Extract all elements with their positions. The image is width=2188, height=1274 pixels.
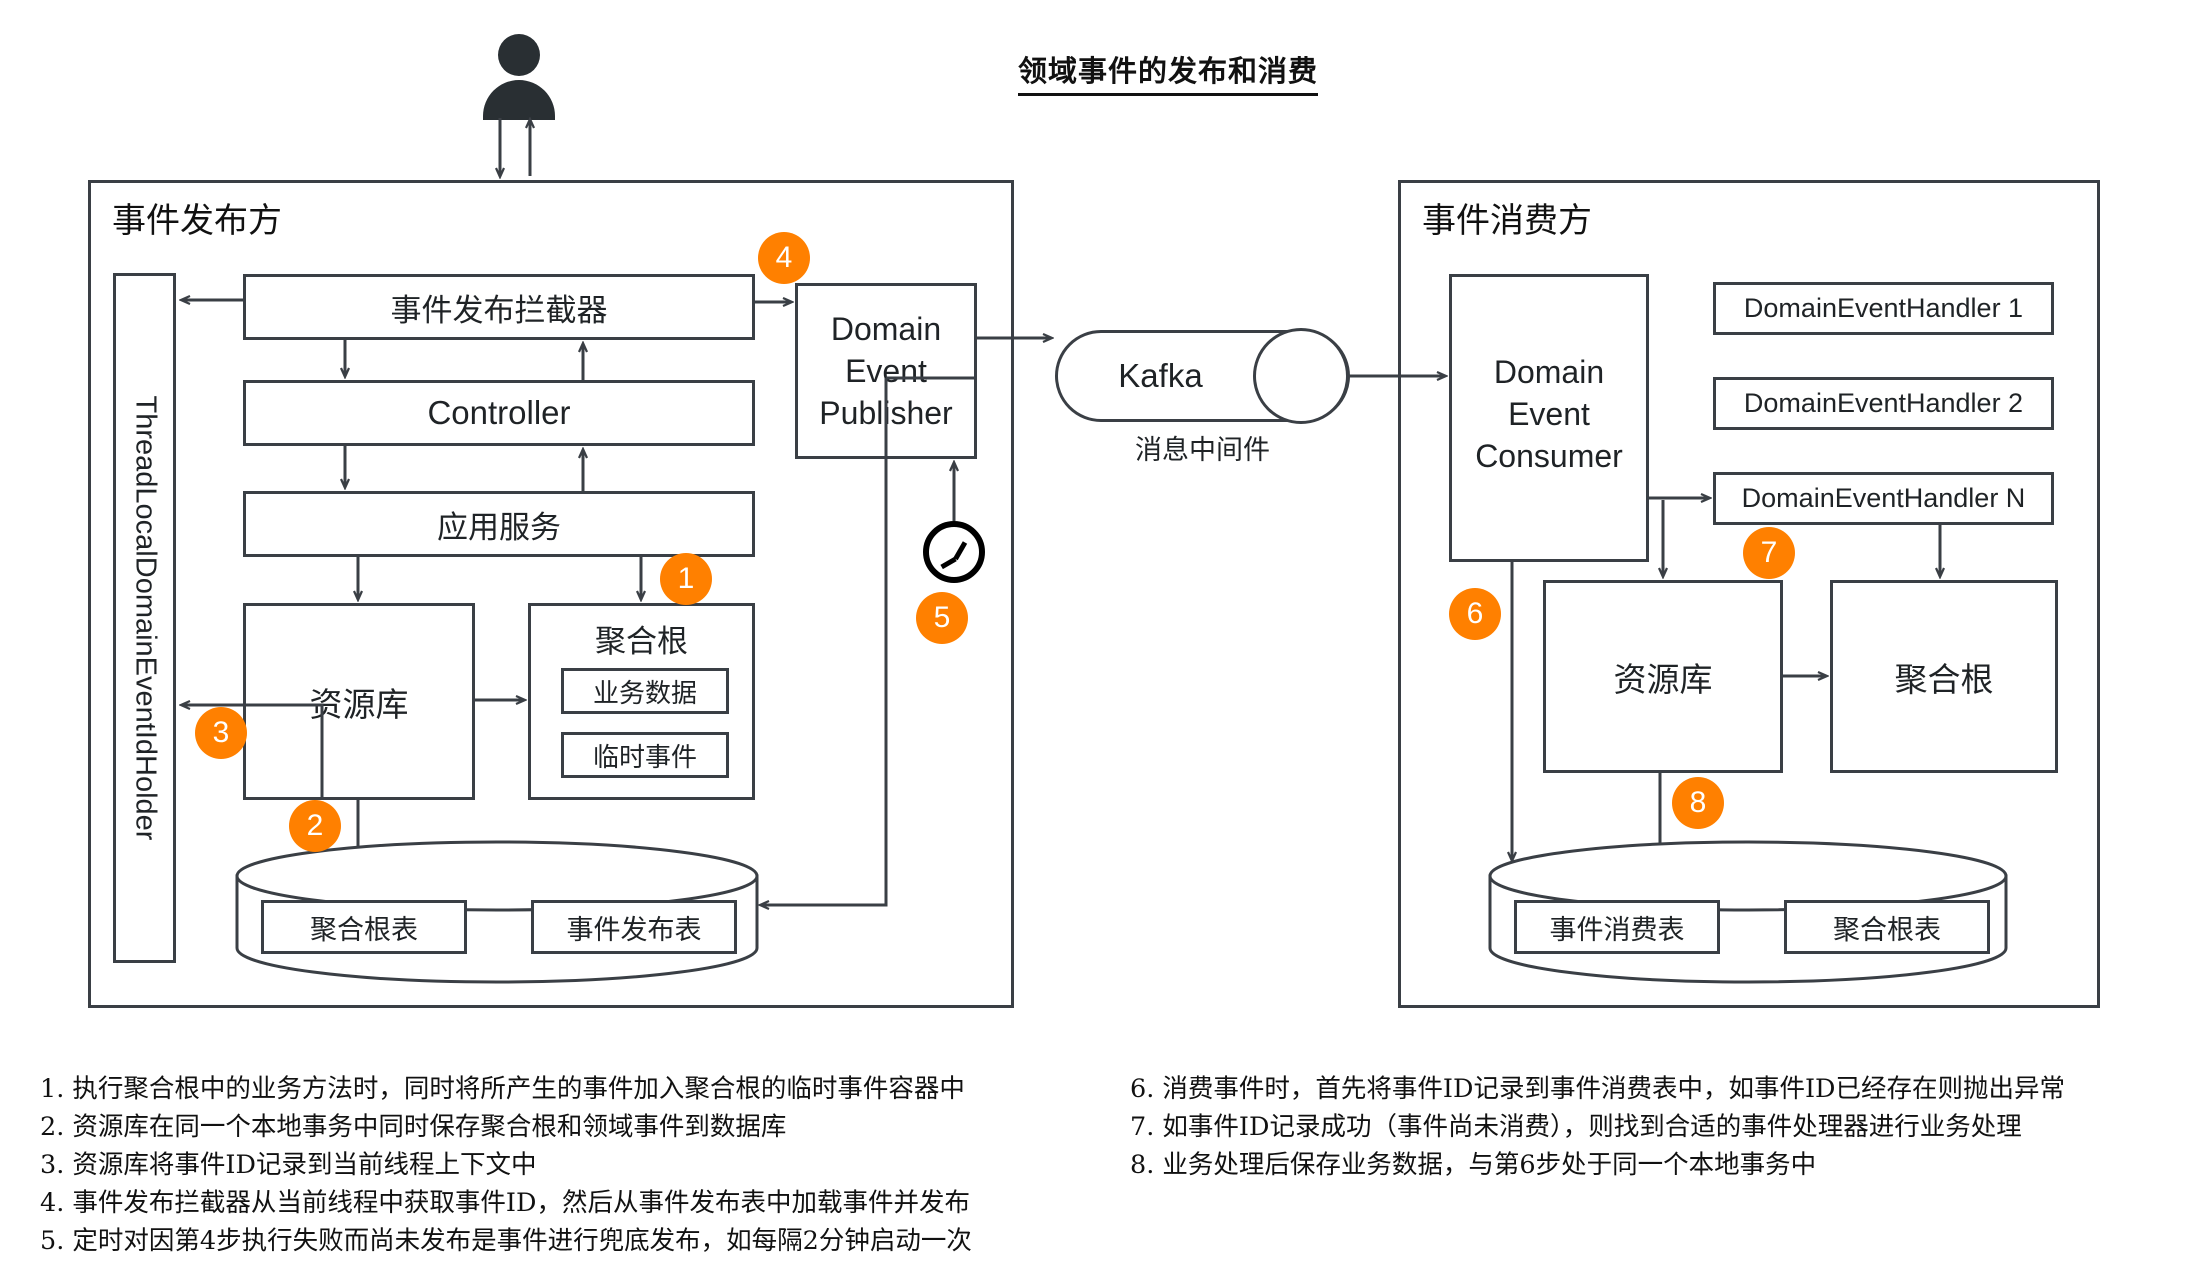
- legend-item-4: 4. 事件发布拦截器从当前线程中获取事件ID，然后从事件发布表中加载事件并发布: [40, 1188, 970, 1218]
- step-badge-6: 6: [1449, 588, 1501, 640]
- domain-event-consumer-line-3: Consumer: [1475, 438, 1623, 474]
- consumer-db-table-event-consume: 事件消费表: [1514, 900, 1720, 954]
- kafka-caption: 消息中间件: [1135, 435, 1270, 466]
- aggregate-root-label: 聚合根: [595, 624, 688, 660]
- kafka-label: Kafka: [1118, 357, 1203, 394]
- legend-item-5: 5. 定时对因第4步执行失败而尚未发布是事件进行兜底发布，如每隔2分钟启动一次: [40, 1226, 972, 1256]
- application-service-box[interactable]: 应用服务: [243, 491, 755, 557]
- publisher-repository-box[interactable]: 资源库: [243, 603, 475, 800]
- legend-item-6: 6. 消费事件时，首先将事件ID记录到事件消费表中，如事件ID已经存在则抛出异常: [1130, 1074, 2065, 1104]
- domain-event-handler-n[interactable]: DomainEventHandler N: [1713, 472, 2054, 525]
- domain-event-consumer-line-1: Domain: [1493, 354, 1605, 390]
- legend-item-2: 2. 资源库在同一个本地事务中同时保存聚合根和领域事件到数据库: [40, 1112, 787, 1142]
- step-badge-4: 4: [758, 232, 810, 284]
- consumer-db-tables: 事件消费表 聚合根表: [1490, 838, 2006, 978]
- legend-item-8: 8. 业务处理后保存业务数据，与第6步处于同一个本地事务中: [1130, 1150, 1817, 1180]
- publisher-panel-title: 事件发布方: [112, 201, 282, 241]
- event-publish-interceptor-box[interactable]: 事件发布拦截器: [243, 274, 755, 340]
- consumer-db-table-aggregate: 聚合根表: [1784, 900, 1990, 954]
- step-badge-5: 5: [916, 592, 968, 644]
- consumer-aggregate-root-box[interactable]: 聚合根: [1830, 580, 2058, 773]
- legend-item-1: 1. 执行聚合根中的业务方法时，同时将所产生的事件加入聚合根的临时事件容器中: [40, 1074, 965, 1104]
- step-badge-8: 8: [1672, 777, 1724, 829]
- legend-right: 6. 消费事件时，首先将事件ID记录到事件消费表中，如事件ID已经存在则抛出异常…: [1130, 1072, 2065, 1186]
- step-badge-7: 7: [1743, 527, 1795, 579]
- legend-item-7: 7. 如事件ID记录成功（事件尚未消费），则找到合适的事件处理器进行业务处理: [1130, 1112, 2022, 1142]
- domain-event-publisher-line-3: Publisher: [819, 395, 953, 431]
- temp-events-box: 临时事件: [561, 732, 729, 778]
- publisher-db-table-aggregate: 聚合根表: [261, 900, 467, 954]
- consumer-panel-title: 事件消费方: [1422, 201, 1592, 241]
- publisher-db-table-event-publish: 事件发布表: [531, 900, 737, 954]
- domain-event-publisher-line-1: Domain: [830, 311, 942, 347]
- kafka-circle-icon: [1253, 328, 1349, 424]
- domain-event-publisher-box[interactable]: Domain Event Publisher: [795, 283, 977, 459]
- person-icon: [480, 34, 558, 120]
- diagram-canvas: 领域事件的发布和消费 事件发布方 ThreadLocalDomainEventI…: [0, 0, 2188, 1274]
- clock-hour-hand: [953, 541, 968, 561]
- legend-item-3: 3. 资源库将事件ID记录到当前线程上下文中: [40, 1150, 537, 1180]
- clock-minute-hand: [940, 556, 957, 570]
- step-badge-2: 2: [289, 800, 341, 852]
- person-body: [483, 80, 555, 120]
- consumer-repository-box[interactable]: 资源库: [1543, 580, 1783, 773]
- threadlocal-domain-event-id-holder: ThreadLocalDomainEventIdHolder: [113, 273, 176, 963]
- publisher-db-tables: 聚合根表 事件发布表: [237, 838, 757, 978]
- threadlocal-label: ThreadLocalDomainEventIdHolder: [129, 395, 161, 841]
- domain-event-handler-2[interactable]: DomainEventHandler 2: [1713, 377, 2054, 430]
- person-head: [498, 34, 540, 76]
- legend-left: 1. 执行聚合根中的业务方法时，同时将所产生的事件加入聚合根的临时事件容器中 2…: [40, 1072, 972, 1262]
- step-badge-3: 3: [195, 707, 247, 759]
- business-data-box: 业务数据: [561, 668, 729, 714]
- page-title: 领域事件的发布和消费: [1018, 48, 1319, 96]
- step-badge-1: 1: [660, 553, 712, 605]
- domain-event-consumer-box[interactable]: Domain Event Consumer: [1449, 274, 1649, 562]
- clock-icon: [923, 521, 985, 583]
- domain-event-publisher-line-2: Event: [845, 353, 927, 389]
- domain-event-consumer-line-2: Event: [1508, 396, 1590, 432]
- domain-event-handler-1[interactable]: DomainEventHandler 1: [1713, 282, 2054, 335]
- controller-box[interactable]: Controller: [243, 380, 755, 446]
- publisher-aggregate-root-box[interactable]: 聚合根 业务数据 临时事件: [528, 603, 755, 800]
